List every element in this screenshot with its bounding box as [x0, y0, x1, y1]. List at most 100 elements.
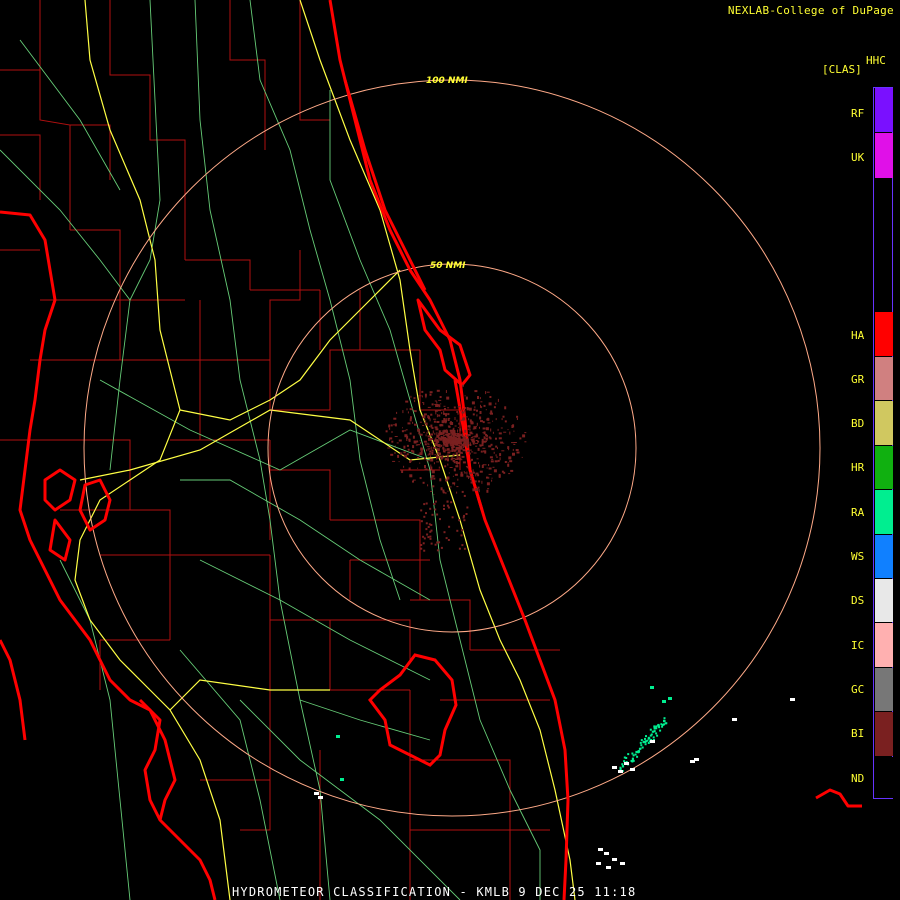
echo-biological — [446, 504, 449, 507]
echo-biological — [466, 471, 468, 475]
echo-biological — [485, 427, 489, 431]
echo-biological — [397, 454, 400, 458]
echo-biological — [477, 396, 479, 399]
echo-biological — [445, 443, 448, 446]
echo-biological — [459, 444, 461, 446]
legend-label-nd: ND — [851, 772, 865, 785]
echo-rain — [657, 723, 660, 726]
echo-biological — [470, 481, 473, 484]
echo-biological — [431, 441, 433, 444]
echo-biological — [504, 406, 507, 410]
echo-rain — [641, 746, 644, 749]
echo-biological — [421, 390, 424, 393]
legend-swatch-rf — [875, 88, 893, 132]
echo-biological — [460, 534, 463, 537]
echo-biological — [424, 465, 426, 468]
echo-biological — [439, 424, 441, 427]
echo-biological — [502, 415, 505, 418]
echo-biological — [422, 542, 425, 545]
echo-biological — [401, 453, 404, 455]
echo-biological — [430, 529, 433, 532]
echo-biological — [442, 491, 445, 494]
echo-biological — [417, 428, 421, 432]
echo-biological — [394, 423, 397, 427]
echo-biological — [420, 547, 423, 550]
echo-biological — [476, 458, 479, 460]
echo-biological — [483, 404, 486, 407]
echo-biological — [430, 450, 432, 452]
radar-echoes — [314, 384, 795, 869]
echo-biological — [479, 426, 480, 429]
echo-biological — [489, 396, 492, 398]
echo-biological — [403, 451, 406, 454]
echo-biological — [423, 440, 427, 443]
echo-biological — [513, 442, 517, 443]
echo-biological — [431, 475, 435, 477]
echo-biological — [466, 466, 468, 469]
echo-biological — [485, 437, 488, 441]
echo-biological — [501, 418, 503, 421]
echo-biological — [500, 441, 504, 444]
echo-biological — [420, 544, 423, 546]
echo-biological — [436, 541, 439, 544]
echo-dry-snow — [314, 792, 319, 795]
echo-biological — [456, 457, 460, 460]
echo-biological — [446, 476, 450, 480]
echo-biological — [420, 509, 423, 512]
echo-biological — [429, 537, 432, 540]
echo-biological — [450, 438, 452, 442]
echo-rain — [651, 730, 654, 733]
echo-biological — [509, 460, 513, 463]
echo-biological — [451, 450, 454, 452]
legend-label-bi: BI — [851, 727, 865, 740]
echo-biological — [430, 491, 433, 492]
legend-label-uk: UK — [851, 151, 865, 164]
echo-biological — [438, 414, 441, 417]
echo-biological — [450, 501, 453, 504]
echo-biological — [407, 411, 409, 414]
echo-biological — [425, 522, 428, 525]
echo-biological — [495, 454, 497, 457]
echo-biological — [513, 430, 515, 432]
echo-biological — [426, 432, 428, 435]
echo-biological — [482, 432, 485, 434]
echo-biological — [433, 462, 435, 465]
echo-biological — [426, 460, 430, 462]
echo-biological — [485, 441, 487, 443]
echo-rain — [635, 750, 638, 753]
echo-biological — [459, 428, 462, 432]
echo-biological — [424, 420, 427, 422]
echo-biological — [468, 427, 471, 429]
echo-biological — [457, 434, 460, 438]
echo-biological — [409, 418, 412, 422]
echo-biological — [491, 479, 493, 482]
echo-biological — [436, 513, 439, 516]
legend-product-code: HHC — [866, 54, 886, 67]
echo-rain — [653, 730, 656, 733]
echo-rain — [668, 697, 672, 700]
echo-rain — [645, 735, 647, 738]
echo-biological — [419, 421, 422, 423]
echo-biological — [446, 396, 450, 400]
echo-biological — [472, 475, 474, 477]
echo-biological — [481, 465, 484, 468]
echo-biological — [431, 427, 434, 429]
echo-biological — [460, 447, 463, 449]
echo-biological — [450, 436, 454, 439]
echo-biological — [435, 404, 439, 407]
echo-biological — [431, 449, 434, 452]
echo-biological — [427, 447, 429, 451]
echo-biological — [441, 436, 444, 440]
echo-biological — [436, 549, 439, 552]
echo-biological — [465, 434, 466, 437]
echo-biological — [461, 411, 465, 414]
echo-biological — [524, 441, 527, 443]
legend-units: [CLAS] — [822, 63, 862, 76]
echo-biological — [452, 475, 454, 477]
echo-biological — [409, 474, 413, 478]
echo-biological — [472, 428, 475, 430]
echo-biological — [489, 456, 493, 459]
echo-biological — [516, 415, 519, 418]
echo-biological — [440, 435, 442, 438]
echo-biological — [448, 425, 451, 428]
